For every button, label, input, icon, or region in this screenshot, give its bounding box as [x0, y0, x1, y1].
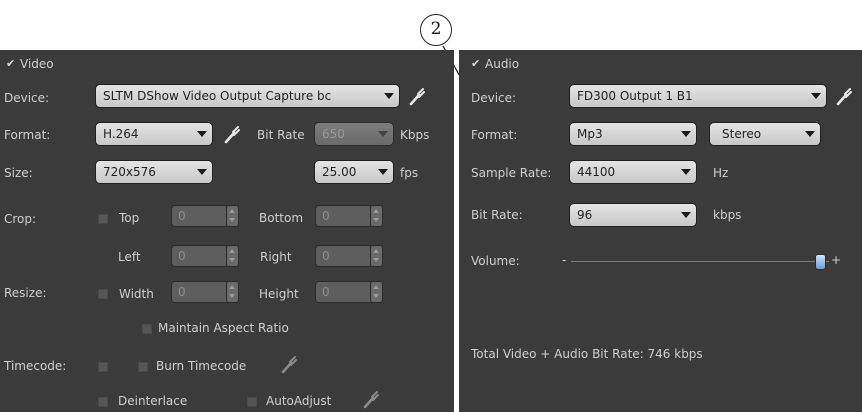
- audio-volume-label: Volume:: [471, 254, 520, 268]
- volume-slider-track[interactable]: [571, 261, 829, 262]
- chevron-down-icon: [379, 85, 399, 107]
- autoadjust-settings-icon[interactable]: [360, 389, 382, 411]
- chevron-down-icon: [676, 204, 696, 226]
- timecode-settings-icon[interactable]: [278, 354, 300, 376]
- crop-top-spinner[interactable]: 0: [171, 205, 239, 227]
- audio-bitrate-label: Bit Rate:: [471, 208, 523, 222]
- crop-right-value: 0: [322, 249, 330, 263]
- chevron-down-icon: [373, 123, 393, 145]
- crop-bottom-spinner[interactable]: 0: [315, 205, 383, 227]
- crop-right-label: Right: [260, 250, 292, 264]
- deinterlace-checkbox[interactable]: [98, 397, 108, 407]
- maintain-aspect-checkbox[interactable]: [142, 324, 152, 334]
- crop-top-label: Top: [119, 211, 140, 225]
- audio-device-select[interactable]: FD300 Output 1 B1: [569, 84, 827, 108]
- video-device-value: SLTM DShow Video Output Capture bc: [103, 89, 332, 103]
- spinner-arrows-icon[interactable]: [370, 281, 383, 303]
- deinterlace-label: Deinterlace: [118, 394, 188, 408]
- video-bitrate-value: 650: [322, 127, 345, 141]
- resize-width-value: 0: [178, 285, 186, 299]
- video-header: Video: [20, 57, 54, 71]
- volume-minus-label: -: [562, 253, 567, 267]
- video-enable-checkbox[interactable]: ✔: [6, 58, 15, 70]
- resize-width-label: Width: [119, 287, 154, 301]
- audio-bitrate-select[interactable]: 96: [569, 203, 697, 227]
- audio-samplerate-label: Sample Rate:: [471, 166, 552, 180]
- chevron-down-icon: [192, 161, 212, 183]
- video-format-select[interactable]: H.264: [95, 122, 213, 146]
- video-resize-label: Resize:: [4, 286, 47, 300]
- video-fps-select[interactable]: 25.00: [314, 160, 394, 184]
- crop-bottom-value: 0: [322, 209, 330, 223]
- callout-circle: 2: [420, 14, 452, 46]
- chevron-down-icon: [676, 161, 696, 183]
- video-bitrate-unit: Kbps: [400, 128, 430, 142]
- video-format-label: Format:: [4, 128, 51, 142]
- autoadjust-label: AutoAdjust: [266, 394, 332, 408]
- autoadjust-checkbox[interactable]: [247, 397, 257, 407]
- crop-checkbox[interactable]: [98, 214, 108, 224]
- crop-right-spinner[interactable]: 0: [315, 245, 383, 267]
- video-timecode-label: Timecode:: [4, 359, 67, 373]
- audio-device-label: Device:: [471, 91, 517, 105]
- chevron-down-icon: [676, 123, 696, 145]
- resize-width-spinner[interactable]: 0: [171, 281, 239, 303]
- audio-header: Audio: [485, 57, 520, 71]
- audio-format-label: Format:: [471, 128, 518, 142]
- crop-top-value: 0: [178, 209, 186, 223]
- chevron-down-icon: [192, 123, 212, 145]
- crop-left-spinner[interactable]: 0: [171, 245, 239, 267]
- audio-enable-checkbox[interactable]: ✔: [471, 58, 480, 70]
- resize-height-value: 0: [322, 285, 330, 299]
- crop-left-value: 0: [178, 249, 186, 263]
- video-fps-value: 25.00: [322, 165, 357, 179]
- video-device-label: Device:: [4, 91, 50, 105]
- volume-plus-label: +: [831, 253, 842, 267]
- video-bitrate-select[interactable]: 650: [314, 122, 394, 146]
- resize-height-label: Height: [259, 287, 299, 301]
- video-size-label: Size:: [4, 166, 33, 180]
- chevron-down-icon: [373, 161, 393, 183]
- audio-format-select[interactable]: Mp3: [569, 122, 697, 146]
- chevron-down-icon: [806, 85, 826, 107]
- crop-left-label: Left: [118, 250, 141, 264]
- burn-timecode-label: Burn Timecode: [156, 359, 247, 373]
- resize-height-spinner[interactable]: 0: [315, 281, 383, 303]
- audio-samplerate-unit: Hz: [713, 166, 729, 180]
- resize-checkbox[interactable]: [98, 289, 108, 299]
- spinner-arrows-icon[interactable]: [370, 245, 383, 267]
- audio-channels-select[interactable]: Stereo: [709, 122, 821, 146]
- audio-bitrate-unit: kbps: [713, 208, 742, 222]
- video-crop-label: Crop:: [4, 212, 37, 226]
- video-size-value: 720x576: [103, 165, 156, 179]
- maintain-aspect-label: Maintain Aspect Ratio: [158, 321, 289, 335]
- volume-slider-handle[interactable]: [815, 254, 826, 270]
- video-fps-unit: fps: [400, 166, 419, 180]
- audio-format-value: Mp3: [577, 127, 603, 141]
- burn-timecode-checkbox[interactable]: [138, 362, 148, 372]
- audio-samplerate-select[interactable]: 44100: [569, 160, 697, 184]
- video-bitrate-label: Bit Rate: [257, 128, 305, 142]
- video-device-settings-icon[interactable]: [406, 86, 428, 108]
- audio-samplerate-value: 44100: [577, 165, 616, 179]
- timecode-checkbox[interactable]: [98, 362, 108, 372]
- video-device-select[interactable]: SLTM DShow Video Output Capture bc: [95, 84, 400, 108]
- spinner-arrows-icon[interactable]: [226, 281, 239, 303]
- audio-panel: ✔ Audio Device: FD300 Output 1 B1 Format…: [459, 50, 862, 412]
- spinner-arrows-icon[interactable]: [226, 205, 239, 227]
- video-format-value: H.264: [103, 127, 139, 141]
- callout-number: 2: [430, 19, 442, 39]
- spinner-arrows-icon[interactable]: [370, 205, 383, 227]
- audio-device-settings-icon[interactable]: [833, 86, 855, 108]
- audio-bitrate-value: 96: [577, 208, 593, 222]
- chevron-down-icon: [800, 123, 820, 145]
- spinner-arrows-icon[interactable]: [226, 245, 239, 267]
- audio-channels-value: Stereo: [722, 127, 762, 141]
- crop-bottom-label: Bottom: [259, 211, 304, 225]
- total-bitrate-label: Total Video + Audio Bit Rate: 746 kbps: [471, 347, 703, 361]
- video-panel: ✔ Video Device: SLTM DShow Video Output …: [0, 50, 454, 412]
- audio-device-value: FD300 Output 1 B1: [577, 89, 693, 103]
- video-format-settings-icon[interactable]: [221, 124, 243, 146]
- video-size-select[interactable]: 720x576: [95, 160, 213, 184]
